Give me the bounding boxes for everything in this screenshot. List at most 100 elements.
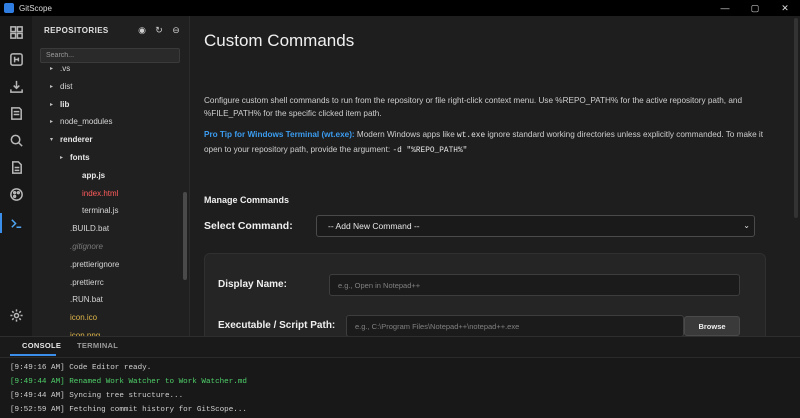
- main-content: Custom Commands Configure custom shell c…: [191, 16, 792, 336]
- tree-item[interactable]: .prettierignore: [60, 256, 119, 273]
- activity-commands-button[interactable]: [0, 210, 32, 236]
- sidebar-actions: ◉ ↻ ⊖: [137, 25, 181, 35]
- activity-search-button[interactable]: [0, 127, 32, 153]
- tree-item[interactable]: app.js: [72, 167, 105, 184]
- refresh-icon[interactable]: ↻: [154, 25, 164, 35]
- panel-tabs: CONSOLE TERMINAL: [0, 337, 800, 357]
- select-command-label: Select Command:: [204, 220, 293, 232]
- gear-icon: [9, 308, 23, 322]
- main-scrollbar[interactable]: [792, 16, 800, 336]
- chevron-right-icon: ▸: [60, 155, 64, 161]
- activity-grid-button[interactable]: [0, 19, 32, 45]
- sidebar-scrollbar[interactable]: [183, 192, 187, 280]
- chevron-right-icon: ▸: [50, 66, 54, 72]
- tree-item[interactable]: terminal.js: [72, 202, 118, 219]
- command-form-panel: Display Name: Executable / Script Path: …: [204, 253, 766, 336]
- collapse-icon[interactable]: ⊖: [171, 25, 181, 35]
- tree-item-label: .BUILD.bat: [70, 224, 110, 234]
- maximize-button[interactable]: ▢: [740, 0, 770, 16]
- tree-item[interactable]: ▾ renderer: [50, 131, 92, 148]
- window-title: GitScope: [19, 3, 52, 13]
- tree-item-label: .prettierignore: [70, 259, 120, 269]
- tree-item-label: .vs: [60, 64, 71, 73]
- tree-item-label: dist: [60, 81, 73, 91]
- grid-icon: [9, 25, 23, 39]
- bottom-panel: CONSOLE TERMINAL [9:49:16 AM] Code Edito…: [0, 336, 800, 418]
- log-line: [9:52:59 AM] Fetching commit history for…: [10, 406, 247, 414]
- pro-tip-code: wt.exe: [457, 132, 486, 140]
- tree-item-label: node_modules: [60, 117, 113, 127]
- book-icon: [10, 106, 22, 120]
- download-icon: [9, 80, 23, 93]
- tree-item[interactable]: ▸ fonts: [60, 149, 90, 166]
- tab-console[interactable]: CONSOLE: [22, 341, 61, 350]
- pro-tip: Pro Tip for Windows Terminal (wt.exe): M…: [204, 128, 764, 158]
- tree-item-label: index.html: [82, 188, 119, 198]
- repository-sidebar: REPOSITORIES ◉ ↻ ⊖ ▸ .vs ▸ dist ▸ lib ▸ node_mo…: [32, 16, 190, 336]
- tree-item[interactable]: icon.png: [60, 327, 100, 336]
- command-select-value: -- Add New Command --: [328, 221, 420, 231]
- document-icon: [11, 160, 22, 174]
- tree-item[interactable]: ▸ lib: [50, 96, 69, 113]
- tree-item[interactable]: .prettierrc: [60, 274, 104, 291]
- tree-item[interactable]: index.html: [72, 185, 118, 202]
- search-icon: [10, 134, 23, 147]
- tree-item[interactable]: .BUILD.bat: [60, 220, 109, 237]
- chevron-down-icon: ⌄: [743, 221, 750, 230]
- activity-book-button[interactable]: [0, 100, 32, 126]
- page-description: Configure custom shell commands to run f…: [204, 96, 743, 118]
- browse-button[interactable]: Browse: [684, 316, 740, 336]
- log-line: [9:49:44 AM] Renamed Work Watcher to Wor…: [10, 378, 247, 386]
- active-tab-indicator: [10, 354, 56, 356]
- chevron-right-icon: ▸: [50, 101, 54, 108]
- tree-item-label: renderer: [60, 135, 93, 145]
- palette-icon: [9, 187, 23, 201]
- tree-item[interactable]: ▸ .vs: [50, 60, 70, 77]
- close-button[interactable]: ✕: [770, 0, 800, 16]
- page-title: Custom Commands: [204, 31, 355, 50]
- console-output: [9:49:16 AM] Code Editor ready. [9:49:44…: [0, 357, 800, 418]
- sidebar-title: REPOSITORIES: [44, 26, 109, 35]
- chevron-right-icon: ▸: [50, 83, 54, 90]
- tree-item-label: icon.ico: [70, 313, 98, 323]
- activity-git-button[interactable]: [0, 46, 32, 72]
- tree-item[interactable]: ▸ dist: [50, 78, 72, 95]
- eye-icon[interactable]: ◉: [137, 25, 147, 35]
- tab-terminal[interactable]: TERMINAL: [77, 341, 118, 350]
- chevron-down-icon: ▾: [50, 137, 54, 144]
- title-bar: GitScope — ▢ ✕: [0, 0, 800, 16]
- terminal-icon: [10, 218, 21, 228]
- window-controls: — ▢ ✕: [710, 0, 800, 16]
- pro-tip-label: Pro Tip for Windows Terminal (wt.exe):: [204, 130, 355, 139]
- activity-document-button[interactable]: [0, 154, 32, 180]
- tree-item-label: fonts: [70, 153, 90, 162]
- log-line: [9:49:16 AM] Code Editor ready.: [10, 364, 152, 372]
- git-icon: [9, 52, 23, 66]
- activity-download-button[interactable]: [0, 73, 32, 99]
- command-select[interactable]: -- Add New Command -- ⌄: [316, 215, 755, 237]
- display-name-input[interactable]: [329, 274, 740, 296]
- log-line: [9:49:44 AM] Syncing tree structure...: [10, 392, 184, 400]
- tree-item-label: .prettierrc: [70, 277, 104, 287]
- tree-item[interactable]: .gitignore: [60, 238, 103, 255]
- chevron-right-icon: ▸: [50, 119, 54, 126]
- executable-path-label: Executable / Script Path:: [218, 320, 336, 331]
- tree-item-label: app.js: [82, 170, 106, 180]
- pro-tip-argument-code: -d "%REPO_PATH%": [392, 147, 468, 155]
- tree-item-label: .RUN.bat: [70, 295, 103, 305]
- activity-settings-button[interactable]: [0, 302, 32, 328]
- activity-palette-button[interactable]: [0, 181, 32, 207]
- app-logo-icon: [4, 3, 14, 13]
- main-scrollbar-thumb[interactable]: [794, 18, 798, 218]
- tree-item-label: terminal.js: [82, 206, 119, 216]
- executable-path-input[interactable]: [346, 315, 684, 336]
- minimize-button[interactable]: —: [710, 0, 740, 16]
- tree-item[interactable]: ▸ node_modules: [50, 113, 112, 130]
- tree-item[interactable]: .RUN.bat: [60, 291, 103, 308]
- display-name-label: Display Name:: [218, 279, 287, 290]
- pro-tip-text: Modern Windows apps like: [354, 130, 458, 139]
- tree-item-label: .gitignore: [70, 242, 103, 251]
- activity-bar: [0, 16, 32, 336]
- section-title: Manage Commands: [204, 195, 290, 205]
- tree-item[interactable]: icon.ico: [60, 309, 97, 326]
